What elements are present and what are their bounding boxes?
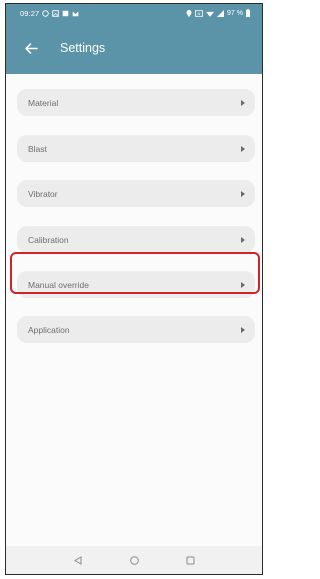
chevron-right-icon — [241, 281, 245, 288]
phone-screen: 09:27 N 97 % Settings Material Blast Vib… — [5, 3, 263, 575]
settings-item-label: Calibration — [28, 234, 69, 245]
status-bar: 09:27 N 97 % — [6, 4, 262, 22]
signal-icon — [217, 9, 225, 17]
settings-item-label: Manual override — [28, 279, 89, 290]
chevron-right-icon — [241, 236, 245, 243]
location-icon — [186, 9, 192, 17]
home-circle-icon — [129, 555, 139, 565]
svg-text:N: N — [198, 11, 201, 16]
nav-home-button[interactable] — [126, 552, 142, 568]
wifi-icon — [206, 11, 215, 17]
recents-square-icon — [186, 556, 194, 564]
status-time: 09:27 — [20, 8, 40, 18]
settings-item-blast[interactable]: Blast — [17, 135, 255, 162]
nav-back-button[interactable] — [70, 552, 86, 568]
chevron-right-icon — [241, 145, 245, 152]
settings-item-label: Blast — [28, 143, 47, 154]
battery-icon — [246, 9, 250, 17]
mail-icon — [72, 10, 79, 16]
back-triangle-icon — [74, 555, 82, 565]
nav-recents-button[interactable] — [182, 552, 198, 568]
whatsapp-icon — [42, 9, 50, 17]
battery-percent: 97 % — [227, 9, 243, 17]
notification-icons — [42, 9, 79, 17]
chevron-right-icon — [241, 190, 245, 197]
settings-item-manual-override[interactable]: Manual override — [17, 271, 255, 298]
settings-item-vibrator[interactable]: Vibrator — [17, 180, 255, 207]
page-title: Settings — [60, 41, 106, 55]
nfc-icon: N — [195, 9, 204, 17]
settings-item-label: Vibrator — [28, 188, 58, 199]
back-button[interactable] — [20, 37, 42, 59]
arrow-left-icon — [24, 42, 38, 54]
chevron-right-icon — [241, 326, 245, 333]
settings-item-label: Application — [28, 324, 70, 335]
message-icon — [62, 10, 69, 16]
settings-item-label: Material — [28, 97, 59, 108]
chevron-right-icon — [241, 99, 245, 106]
settings-item-application[interactable]: Application — [17, 316, 255, 343]
image-icon — [52, 9, 60, 17]
settings-item-material[interactable]: Material — [17, 89, 255, 116]
system-nav-bar — [6, 546, 262, 574]
settings-item-calibration[interactable]: Calibration — [17, 226, 255, 253]
app-bar: Settings — [6, 22, 262, 74]
system-icons: N 97 % — [186, 9, 250, 17]
